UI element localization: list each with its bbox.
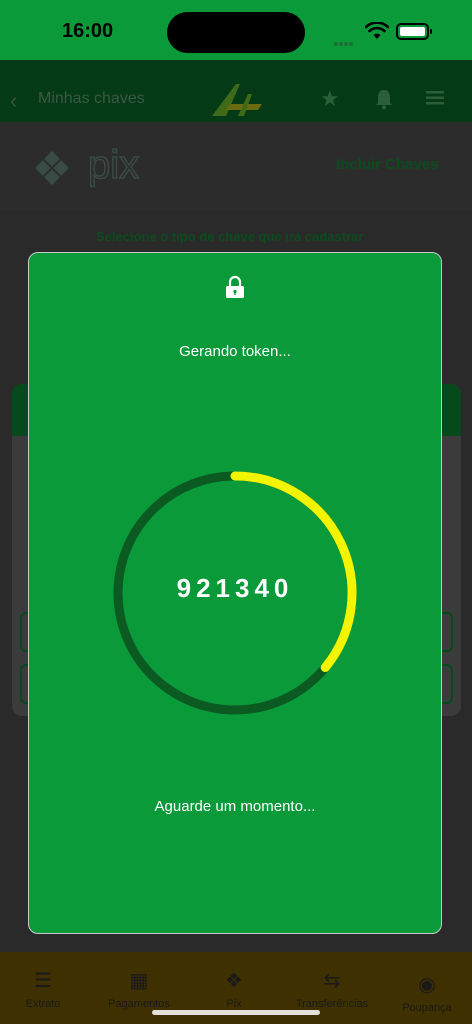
pix-icon: ❖	[225, 970, 243, 992]
token-modal: Gerando token... 921340 Aguarde um momen…	[28, 252, 442, 934]
lock-icon	[226, 275, 244, 298]
wait-message: Aguarde um momento...	[154, 798, 316, 815]
home-indicator[interactable]	[152, 1010, 320, 1015]
modal-title: Gerando token...	[179, 343, 291, 360]
tab-label: Extrato	[25, 998, 61, 1010]
bell-icon[interactable]	[374, 88, 394, 110]
tab-poupanca[interactable]: ◉ Poupança	[382, 972, 472, 1014]
cellular-signal-icon	[334, 33, 354, 51]
tab-label: Transferências	[295, 998, 369, 1010]
status-time: 16:00	[62, 20, 114, 42]
transfer-icon: ⇆	[323, 970, 341, 992]
tab-label: Poupança	[402, 1002, 452, 1014]
token-code: 921340	[176, 573, 294, 603]
wifi-icon	[365, 22, 389, 39]
tab-extrato[interactable]: ☰ Extrato	[0, 968, 88, 1010]
header-title: Minhas chaves	[38, 90, 145, 107]
tab-pix[interactable]: ❖ Pix	[189, 968, 279, 1010]
battery-icon	[396, 23, 432, 40]
include-keys-button[interactable]: Incluir Chaves	[336, 156, 439, 173]
progress-ring-arc	[230, 471, 357, 673]
list-icon: ☰	[34, 970, 52, 992]
tab-transferencias[interactable]: ⇆ Transferências	[287, 968, 377, 1010]
tab-label: Pix	[226, 998, 242, 1010]
piggy-bank-icon: ◉	[418, 974, 436, 996]
dynamic-island	[167, 12, 305, 53]
svg-text:pix: pix	[88, 143, 139, 187]
tab-label: Pagamentos	[108, 998, 170, 1010]
star-icon[interactable]: ★	[320, 86, 340, 112]
barcode-icon: ▦	[129, 970, 149, 992]
select-key-type-label: Selecione o tipo de chave que irá cadast…	[96, 229, 364, 244]
tab-pagamentos[interactable]: ▦ Pagamentos	[94, 968, 184, 1010]
bank-logo-icon	[212, 84, 262, 116]
pix-logo: pix	[35, 142, 140, 188]
back-arrow-icon[interactable]: ‹	[10, 88, 17, 114]
menu-icon[interactable]	[426, 91, 444, 105]
